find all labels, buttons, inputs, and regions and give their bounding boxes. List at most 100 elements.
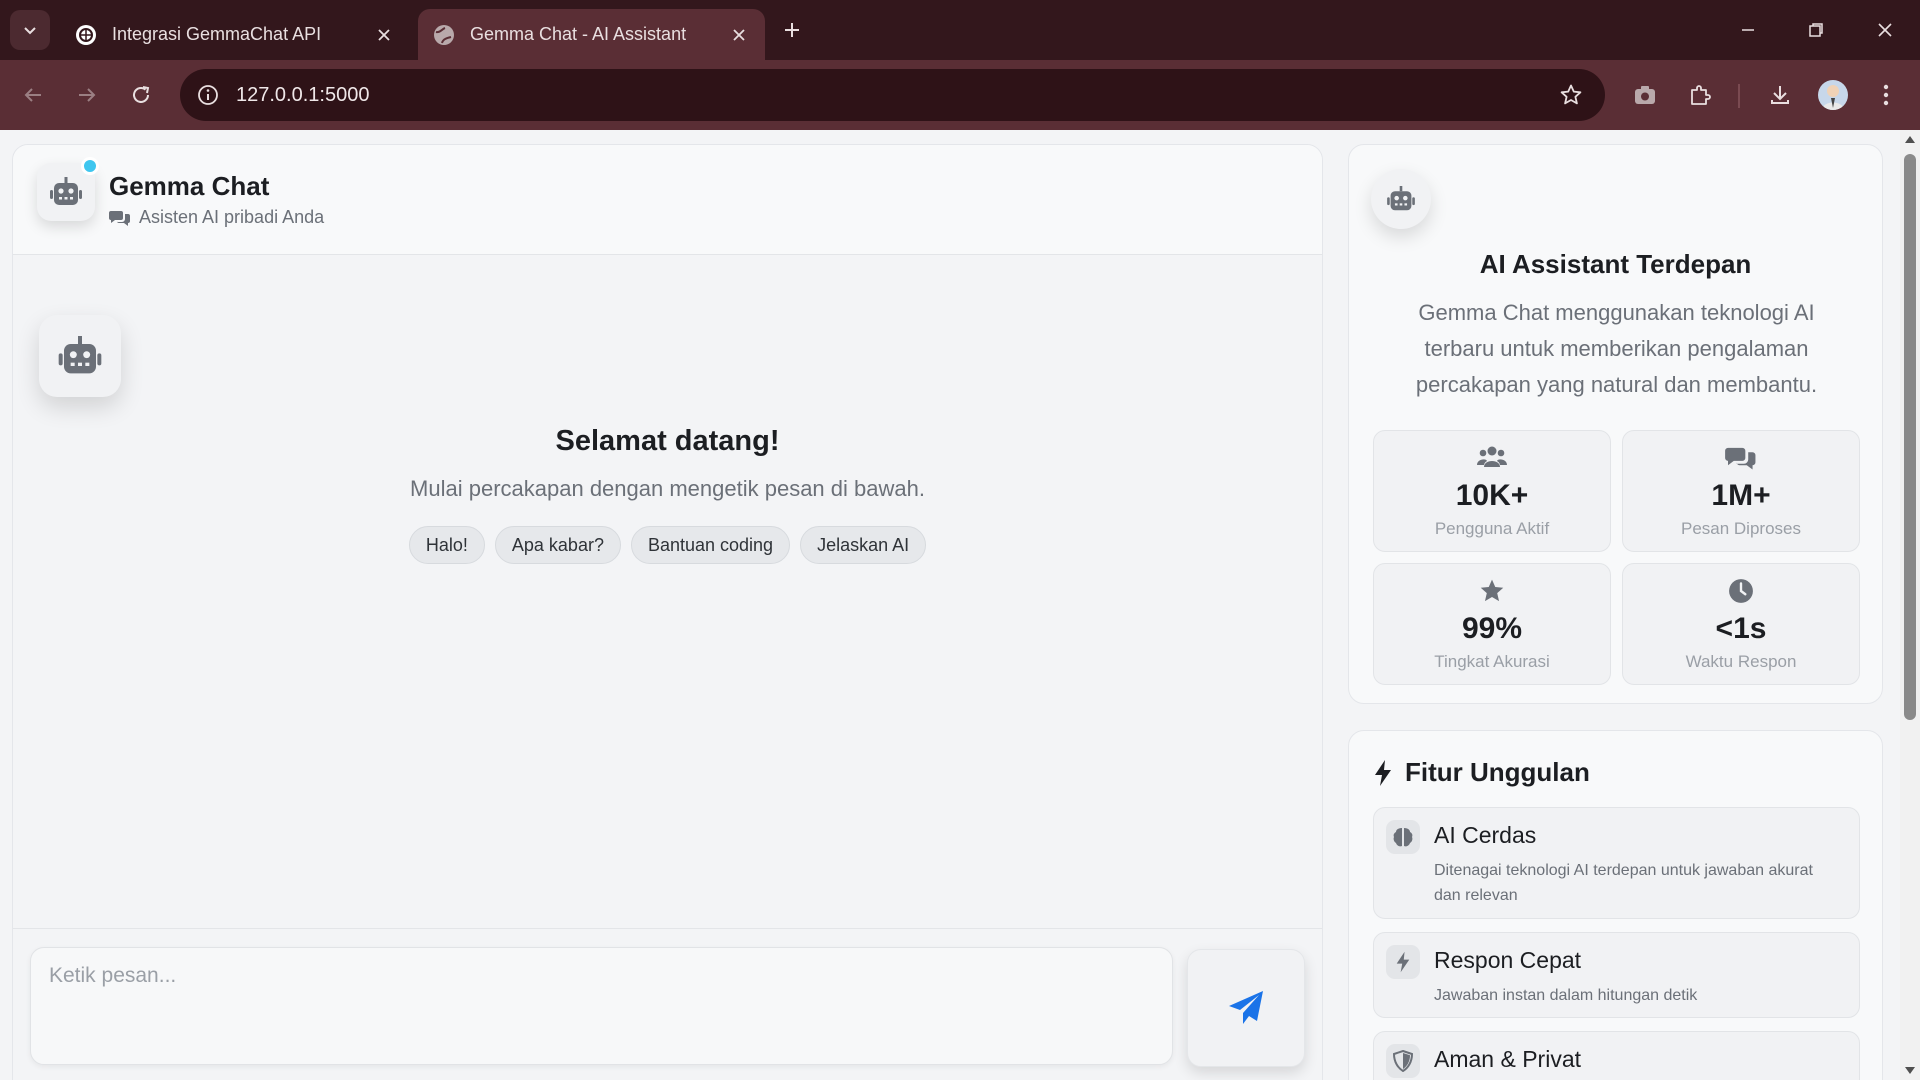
openai-swirl-icon: [76, 24, 96, 45]
scrollbar-thumb[interactable]: [1904, 154, 1916, 720]
paper-plane-icon: [1229, 991, 1263, 1024]
features-card: Fitur Unggulan AI Cerdas Ditenagai tekno…: [1348, 730, 1883, 1080]
suggestion-chips: Halo! Apa kabar? Bantuan coding Jelaskan…: [13, 526, 1322, 564]
scroll-down-arrow[interactable]: [1905, 1067, 1915, 1074]
send-button[interactable]: [1187, 949, 1305, 1067]
camera-icon: [1635, 86, 1655, 104]
chat-title: Gemma Chat: [109, 171, 270, 201]
stat-value: 1M+: [1711, 479, 1771, 512]
chat-input-area: [13, 928, 1322, 1080]
feature-respon-cepat: Respon Cepat Jawaban instan dalam hitung…: [1373, 932, 1860, 1018]
tab-close-button[interactable]: [372, 23, 396, 47]
bolt-icon: [1396, 951, 1410, 973]
download-icon: [1771, 86, 1789, 104]
robot-icon: [50, 177, 82, 205]
avatar-icon: [1822, 85, 1844, 110]
suggestion-chip-jelaskan-ai[interactable]: Jelaskan AI: [800, 526, 927, 564]
stat-value: <1s: [1715, 612, 1767, 645]
browser-menu-button[interactable]: [1868, 77, 1904, 113]
tab-title: Integrasi GemmaChat API: [112, 24, 322, 44]
star-icon: [1480, 579, 1504, 602]
stat-value: 99%: [1461, 612, 1523, 645]
robot-icon: [1387, 186, 1415, 211]
features-title: Fitur Unggulan: [1405, 757, 1590, 787]
suggestion-chip-bantuan-coding[interactable]: Bantuan coding: [630, 526, 791, 564]
chevron-down-icon: [24, 27, 36, 35]
feature-aman-privat: Aman & Privat: [1373, 1031, 1860, 1080]
downloads-button[interactable]: [1762, 77, 1798, 113]
stat-label: Tingkat Akurasi: [1434, 652, 1550, 671]
restore-button[interactable]: [1793, 10, 1839, 50]
browser-toolbar: 127.0.0.1:5000: [0, 60, 1920, 130]
robot-icon: [58, 336, 102, 374]
profile-avatar[interactable]: [1818, 80, 1848, 110]
feature-description: Ditenagai teknologi AI terdepan untuk ja…: [1434, 862, 1813, 904]
bookmark-button[interactable]: [1557, 81, 1585, 109]
suggestion-chip-apa-kabar[interactable]: Apa kabar?: [494, 526, 621, 564]
kebab-menu-icon: [1883, 84, 1889, 106]
brain-icon: [1393, 828, 1413, 847]
new-tab-button[interactable]: [776, 14, 808, 46]
message-input[interactable]: [30, 947, 1173, 1065]
stat-card-users: 10K+ Pengguna Aktif: [1373, 430, 1611, 552]
forward-button[interactable]: [66, 74, 108, 116]
suggestion-chip-halo[interactable]: Halo!: [408, 526, 485, 564]
extensions-button[interactable]: [1682, 77, 1718, 113]
info-title: AI Assistant Terdepan: [1479, 249, 1752, 279]
tab-title: Gemma Chat - AI Assistant: [470, 24, 687, 44]
puzzle-icon: [1691, 85, 1711, 105]
bolt-icon: [1375, 759, 1391, 786]
info-avatar: [1371, 169, 1431, 229]
page-scrollbar[interactable]: [1900, 130, 1920, 1080]
plus-icon: [785, 23, 799, 37]
feature-name: AI Cerdas: [1434, 822, 1537, 848]
reload-button[interactable]: [120, 74, 162, 116]
comments-icon: [109, 210, 130, 226]
tab-integrasi[interactable]: Integrasi GemmaChat API: [60, 9, 410, 60]
shield-icon: [1393, 1050, 1413, 1072]
scroll-up-arrow[interactable]: [1905, 136, 1915, 143]
reload-icon: [133, 86, 150, 103]
stat-card-accuracy: 99% Tingkat Akurasi: [1373, 563, 1611, 685]
stat-label: Pengguna Aktif: [1434, 519, 1550, 538]
chat-header: Gemma Chat Asisten AI pribadi Anda: [13, 145, 1322, 255]
chat-subtitle: Asisten AI pribadi Anda: [109, 207, 324, 228]
stat-label: Waktu Respon: [1685, 652, 1797, 671]
clock-icon: [1729, 579, 1753, 603]
close-window-button[interactable]: [1862, 10, 1908, 50]
users-icon: [1477, 446, 1507, 467]
chat-panel: Gemma Chat Asisten AI pribadi Anda Selam…: [12, 144, 1323, 1080]
stat-card-messages: 1M+ Pesan Diproses: [1622, 430, 1860, 552]
restore-icon: [1809, 23, 1823, 37]
stat-value: 10K+: [1455, 479, 1529, 512]
minimize-icon: [1742, 29, 1754, 31]
welcome-section: Selamat datang! Mulai percakapan dengan …: [13, 425, 1322, 564]
back-button[interactable]: [12, 74, 54, 116]
features-heading: Fitur Unggulan: [1373, 757, 1590, 788]
info-icon: [198, 85, 218, 105]
page-viewport: Gemma Chat Asisten AI pribadi Anda Selam…: [0, 130, 1900, 1080]
close-icon: [733, 28, 745, 41]
info-description: Gemma Chat menggunakan teknologi AI terb…: [1415, 300, 1818, 397]
assistant-info-card: AI Assistant Terdepan Gemma Chat menggun…: [1348, 144, 1883, 704]
welcome-subtitle: Mulai percakapan dengan mengetik pesan d…: [410, 476, 925, 501]
comments-icon: [1725, 447, 1756, 470]
tab-close-button[interactable]: [727, 23, 751, 47]
feature-name: Respon Cepat: [1434, 947, 1582, 973]
feature-name: Aman & Privat: [1434, 1046, 1581, 1072]
browser-tabstrip: Integrasi GemmaChat API Gemma Chat - AI …: [0, 0, 1920, 60]
minimize-button[interactable]: [1725, 10, 1771, 50]
url-text: 127.0.0.1:5000: [236, 84, 370, 106]
screenshot-button[interactable]: [1627, 77, 1663, 113]
close-icon: [378, 28, 390, 41]
tab-gemma-chat[interactable]: Gemma Chat - AI Assistant: [418, 9, 765, 60]
arrow-left-icon: [24, 88, 41, 102]
feature-description: Jawaban instan dalam hitungan detik: [1434, 987, 1698, 1004]
tab-search-button[interactable]: [10, 10, 50, 50]
site-info-button[interactable]: [192, 79, 224, 111]
address-bar[interactable]: 127.0.0.1:5000: [180, 69, 1605, 121]
close-icon: [1878, 23, 1892, 37]
globe-icon: [434, 24, 454, 45]
stat-label: Pesan Diproses: [1680, 519, 1801, 538]
stat-card-response: <1s Waktu Respon: [1622, 563, 1860, 685]
